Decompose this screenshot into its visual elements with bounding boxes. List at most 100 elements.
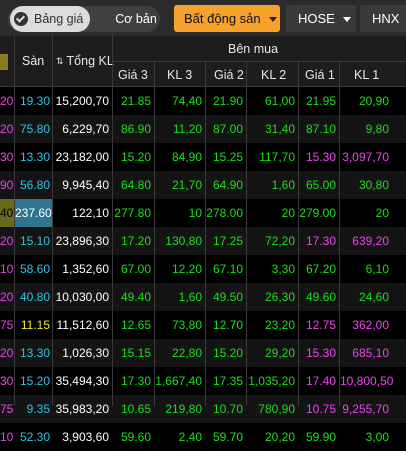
tab-hose[interactable]: HOSE bbox=[286, 5, 356, 32]
floor-price-cell: 56.80 bbox=[19, 178, 50, 192]
col-divider bbox=[52, 36, 53, 406]
floor-price-cell: 58.60 bbox=[19, 262, 50, 276]
toggle-basic[interactable]: Cơ bản bbox=[104, 6, 168, 32]
bid-vol-2-cell: 20,20 bbox=[264, 430, 295, 444]
table-row[interactable]: 20 75.80 6,229,70 86.90 11,20 87.00 31,40 87.10… bbox=[0, 115, 406, 143]
table-row[interactable]: 75 9.35 35,983,20 10.65 219,80 10.70 780,90 10.… bbox=[0, 395, 406, 423]
bid-vol-1-cell: 10,800,50 bbox=[340, 374, 394, 388]
table-row[interactable]: 10 58.60 1,352,60 67.00 12,20 67.10 3,30 67.20 6… bbox=[0, 255, 406, 283]
bid-vol-3-cell: 11,20 bbox=[172, 122, 202, 136]
bid-vol-1-cell: 639,20 bbox=[352, 234, 389, 248]
bid-price-3-cell: 17.30 bbox=[120, 374, 151, 388]
col-header-floor[interactable]: Sàn bbox=[22, 54, 44, 68]
ref-price-cell: 20 bbox=[0, 234, 14, 248]
bid-price-3-cell: 10.65 bbox=[120, 402, 151, 416]
chevron-down-icon bbox=[342, 17, 351, 23]
bid-vol-3-cell: 12,20 bbox=[171, 262, 202, 276]
col-divider bbox=[205, 61, 206, 406]
table-row[interactable]: 10 52.30 3,903,60 59.60 2,40 59.70 20,20 59.90 3… bbox=[0, 423, 406, 451]
col-divider bbox=[14, 36, 15, 406]
bid-vol-2-cell: 1,035,20 bbox=[248, 374, 295, 388]
bid-vol-2-cell: 1,60 bbox=[271, 178, 295, 192]
table-row[interactable]: 20 15.10 23,896,30 17.20 130,80 17.25 72,20 17.… bbox=[0, 227, 406, 255]
bid-price-1-cell: 67.20 bbox=[305, 262, 336, 276]
bid-vol-3-cell: 84,90 bbox=[171, 150, 202, 164]
bid-vol-1-cell: 362,00 bbox=[352, 318, 389, 332]
bid-price-3-cell: 21.85 bbox=[120, 94, 151, 108]
total-volume-cell: 122,10 bbox=[72, 206, 109, 220]
table-row[interactable]: 20 19.30 15,200,70 21.85 74,40 21.90 61,00 21.9… bbox=[0, 87, 406, 115]
bid-price-1-cell: 15.30 bbox=[305, 346, 336, 360]
toggle-price-board-label: Bảng giá bbox=[34, 12, 84, 26]
floor-price-cell: 11.15 bbox=[20, 318, 50, 332]
col-header-bid-price-2[interactable]: Giá 2 bbox=[214, 68, 244, 82]
tab-real-estate-label: Bất động sản bbox=[184, 11, 261, 26]
table-row[interactable]: 40 237.60 122,10 277.80 10 278.00 20 279.00 20 bbox=[0, 199, 406, 227]
col-header-bid-vol-3[interactable]: KL 3 bbox=[167, 68, 192, 82]
col-divider bbox=[339, 61, 340, 406]
bid-price-3-cell: 59.60 bbox=[120, 430, 151, 444]
bid-price-1-cell: 10.75 bbox=[305, 402, 336, 416]
col-header-bid-price-3[interactable]: Giá 3 bbox=[118, 68, 148, 82]
table-row[interactable]: 90 56.80 9,945,40 64.80 21,70 64.90 1,60 65.00 3… bbox=[0, 171, 406, 199]
ref-price-cell: 20 bbox=[0, 346, 14, 360]
total-volume-cell: 35,494,30 bbox=[55, 374, 109, 388]
bid-price-3-cell: 86.90 bbox=[120, 122, 151, 136]
bid-price-3-cell: 15.20 bbox=[120, 150, 151, 164]
bid-price-2-cell: 64.90 bbox=[212, 178, 243, 192]
tab-hnx[interactable]: HNX bbox=[360, 5, 406, 32]
bid-price-1-cell: 21.95 bbox=[305, 94, 336, 108]
ref-price-cell: 10 bbox=[0, 262, 14, 276]
col-header-total-volume[interactable]: ⇅ Tổng KL bbox=[56, 54, 114, 68]
col-header-bid-price-1[interactable]: Giá 1 bbox=[305, 68, 335, 82]
bid-price-2-cell: 67.10 bbox=[212, 262, 243, 276]
col-header-bid-vol-2[interactable]: KL 2 bbox=[261, 68, 286, 82]
col-divider bbox=[112, 36, 113, 406]
header-divider bbox=[112, 61, 406, 62]
table-row[interactable]: 20 13.30 1,026,30 15.15 22,80 15.20 29,20 15.30… bbox=[0, 339, 406, 367]
bid-vol-3-cell: 22,80 bbox=[171, 346, 202, 360]
bid-price-2-cell: 12.70 bbox=[212, 318, 243, 332]
bid-price-1-cell: 59.90 bbox=[305, 430, 336, 444]
table-row[interactable]: 30 13.30 23,182,00 15.20 84,90 15.25 117,70 15.… bbox=[0, 143, 406, 171]
table-row[interactable]: 30 15.20 35,494,30 17.30 1,667,40 17.35 1,035,… bbox=[0, 367, 406, 395]
bid-vol-2-cell: 20 bbox=[281, 206, 295, 220]
toggle-price-board[interactable]: Bảng giá bbox=[10, 6, 90, 32]
floor-price-cell: 15.20 bbox=[19, 374, 50, 388]
col-header-bid-vol-1[interactable]: KL 1 bbox=[354, 68, 379, 82]
table-row[interactable]: 75 11.15 11,512,60 12.65 73,80 12.70 23,20 12.7… bbox=[0, 311, 406, 339]
toolbar: Bảng giá Cơ bản Bất động sản HOSE HNX bbox=[0, 0, 406, 36]
col-header-total-volume-label: Tổng KL bbox=[66, 54, 114, 68]
bid-vol-1-cell: 685,10 bbox=[352, 346, 389, 360]
bid-vol-1-cell: 9,80 bbox=[365, 122, 389, 136]
total-volume-cell: 10,030,00 bbox=[55, 290, 109, 304]
bid-price-1-cell: 65.00 bbox=[305, 178, 336, 192]
bid-price-3-cell: 17.20 bbox=[120, 234, 151, 248]
bid-price-2-cell: 87.00 bbox=[212, 122, 243, 136]
bid-vol-2-cell: 26,30 bbox=[264, 290, 295, 304]
total-volume-cell: 23,182,00 bbox=[55, 150, 109, 164]
ref-price-cell: 20 bbox=[0, 94, 14, 108]
floor-price-cell: 52.30 bbox=[19, 430, 50, 444]
sort-arrows-icon: ⇅ bbox=[56, 56, 64, 66]
bid-price-1-cell: 17.30 bbox=[305, 234, 336, 248]
table-row[interactable]: 20 40.80 10,030,00 49.40 1,60 49.50 26,30 49.60… bbox=[0, 283, 406, 311]
bid-vol-1-cell: 24,60 bbox=[358, 290, 389, 304]
floor-price-cell: 13.30 bbox=[19, 150, 50, 164]
total-volume-cell: 11,512,60 bbox=[56, 318, 110, 332]
bid-vol-2-cell: 31,40 bbox=[264, 122, 295, 136]
bid-price-3-cell: 12.65 bbox=[120, 318, 151, 332]
bid-price-3-cell: 64.80 bbox=[120, 178, 151, 192]
bid-vol-3-cell: 21,70 bbox=[171, 178, 202, 192]
bid-vol-3-cell: 219,80 bbox=[165, 402, 202, 416]
bid-price-1-cell: 17.40 bbox=[305, 374, 336, 388]
tab-real-estate[interactable]: Bất động sản bbox=[174, 5, 280, 32]
bid-vol-3-cell: 74,40 bbox=[171, 94, 202, 108]
ref-price-cell: 20 bbox=[0, 122, 14, 136]
total-volume-cell: 6,229,70 bbox=[62, 122, 109, 136]
bid-vol-3-cell: 10 bbox=[188, 206, 202, 220]
bid-vol-3-cell: 1,667,40 bbox=[155, 374, 202, 388]
total-volume-cell: 9,945,40 bbox=[62, 178, 109, 192]
col-divider bbox=[154, 61, 155, 406]
total-volume-cell: 1,352,60 bbox=[62, 262, 109, 276]
